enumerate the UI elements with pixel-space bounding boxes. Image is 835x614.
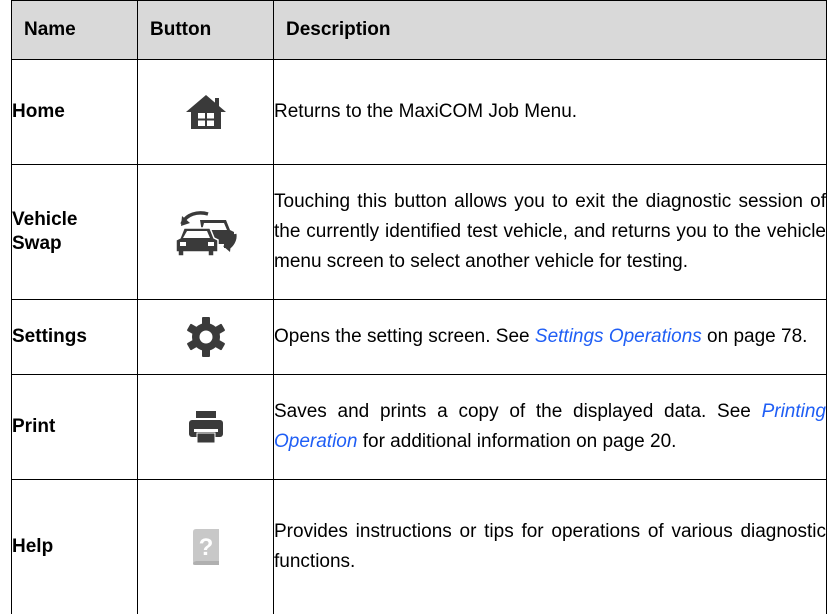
row-description: Returns to the MaxiCOM Job Menu. bbox=[274, 60, 827, 165]
row-name-line2: Swap bbox=[12, 233, 62, 254]
table-row: Home Returns to the MaxiCOM Job Menu. bbox=[12, 60, 827, 165]
header-name: Name bbox=[12, 1, 138, 60]
gear-icon bbox=[185, 316, 227, 358]
settings-operations-link[interactable]: Settings Operations bbox=[535, 326, 702, 347]
desc-text: on page 78. bbox=[702, 326, 808, 347]
svg-text:?: ? bbox=[198, 534, 213, 561]
table-header-row: Name Button Description bbox=[12, 1, 827, 60]
row-description: Saves and prints a copy of the displayed… bbox=[274, 375, 827, 480]
button-description-table: Name Button Description Home Returns to … bbox=[11, 0, 827, 614]
vehicle-swap-icon bbox=[174, 208, 238, 256]
row-name: Home bbox=[12, 60, 138, 165]
row-name: Help bbox=[12, 480, 138, 614]
table-row: Print Saves and prints a copy of the dis… bbox=[12, 375, 827, 480]
row-name: Vehicle Swap bbox=[12, 165, 138, 300]
desc-text: for additional information on page 20. bbox=[357, 431, 676, 452]
table-row: Settings Opens the setting screen. See S… bbox=[12, 300, 827, 375]
help-icon: ? bbox=[190, 528, 222, 566]
printer-icon bbox=[188, 410, 224, 444]
row-description: Opens the setting screen. See Settings O… bbox=[274, 300, 827, 375]
table-row: Vehicle Swap bbox=[12, 165, 827, 300]
header-button: Button bbox=[138, 1, 274, 60]
table-row: Help ? Provides instructions or tips for… bbox=[12, 480, 827, 614]
row-description: Touching this button allows you to exit … bbox=[274, 165, 827, 300]
row-description: Provides instructions or tips for operat… bbox=[274, 480, 827, 614]
desc-text: Saves and prints a copy of the displayed… bbox=[274, 401, 762, 422]
row-name-line1: Vehicle bbox=[12, 209, 78, 230]
row-name: Settings bbox=[12, 300, 138, 375]
desc-text: Opens the setting screen. See bbox=[274, 326, 535, 347]
header-description: Description bbox=[274, 1, 827, 60]
row-name: Print bbox=[12, 375, 138, 480]
home-icon bbox=[184, 93, 228, 131]
